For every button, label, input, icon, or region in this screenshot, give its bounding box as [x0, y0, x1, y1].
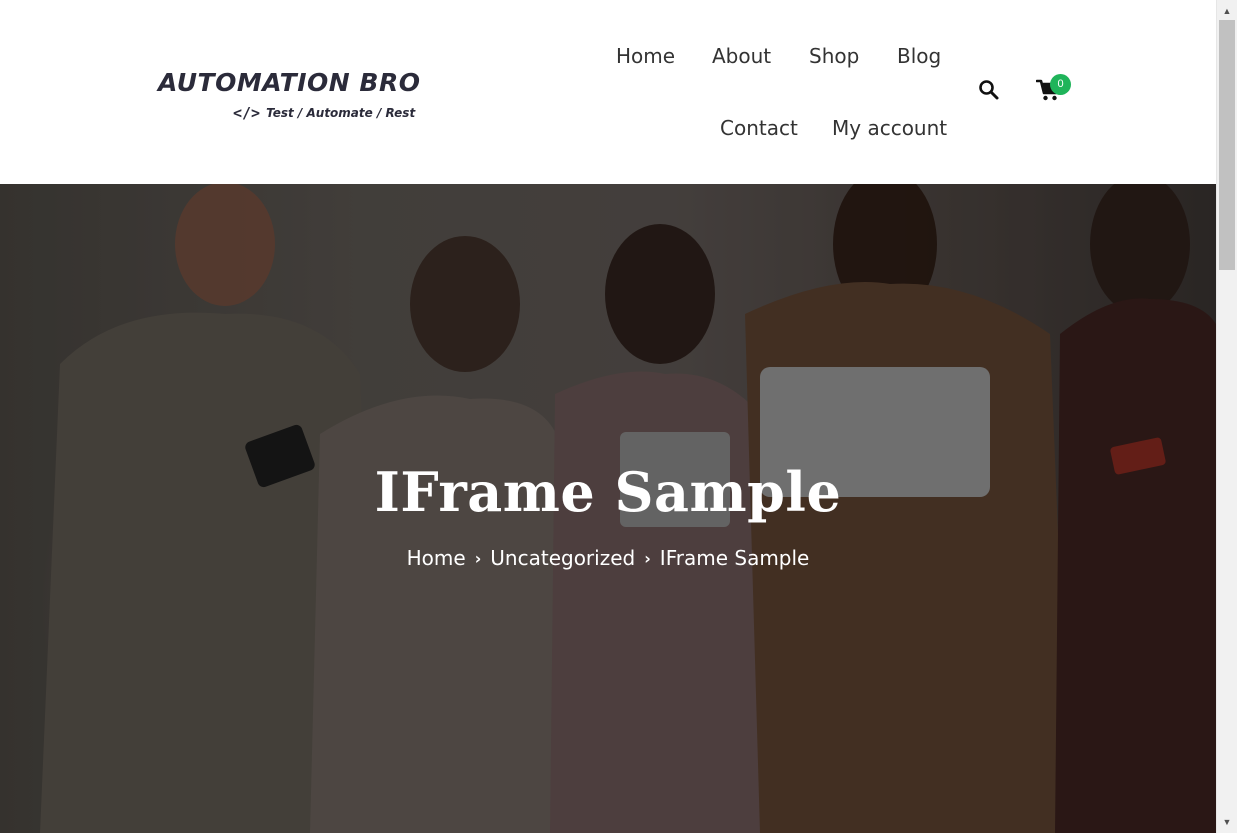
nav-about[interactable]: About [712, 44, 771, 68]
logo-title: AUTOMATION BRO [158, 68, 421, 97]
nav-blog[interactable]: Blog [897, 44, 941, 68]
code-icon: </> [233, 104, 261, 122]
nav-my-account[interactable]: My account [832, 116, 947, 140]
nav-shop[interactable]: Shop [809, 44, 859, 68]
site-header: AUTOMATION BRO </> Test / Automate / Res… [0, 0, 1216, 184]
search-icon[interactable] [978, 79, 1000, 101]
chevron-right-icon: › [474, 548, 482, 568]
breadcrumb-category[interactable]: Uncategorized [490, 546, 635, 570]
site-logo[interactable]: AUTOMATION BRO </> Test / Automate / Res… [158, 66, 421, 126]
scroll-down-arrow-icon[interactable]: ▼ [1217, 813, 1237, 831]
vertical-scrollbar[interactable]: ▲ ▼ [1216, 0, 1237, 833]
scrollbar-thumb[interactable] [1219, 20, 1235, 270]
chevron-right-icon: › [644, 548, 651, 568]
scroll-up-arrow-icon[interactable]: ▲ [1217, 2, 1237, 20]
hero-banner: IFrame Sample Home › Uncategorized › IFr… [0, 184, 1216, 833]
nav-home[interactable]: Home [616, 44, 675, 68]
logo-subtitle: </> Test / Automate / Rest [233, 104, 415, 122]
breadcrumb: Home › Uncategorized › IFrame Sample [0, 546, 1216, 570]
cart-count-badge: 0 [1050, 74, 1071, 95]
breadcrumb-current: IFrame Sample [659, 546, 810, 570]
breadcrumb-home[interactable]: Home [407, 546, 466, 570]
nav-contact[interactable]: Contact [720, 116, 798, 140]
logo-tagline: Test / Automate / Rest [266, 106, 416, 120]
page-title: IFrame Sample [374, 460, 842, 524]
